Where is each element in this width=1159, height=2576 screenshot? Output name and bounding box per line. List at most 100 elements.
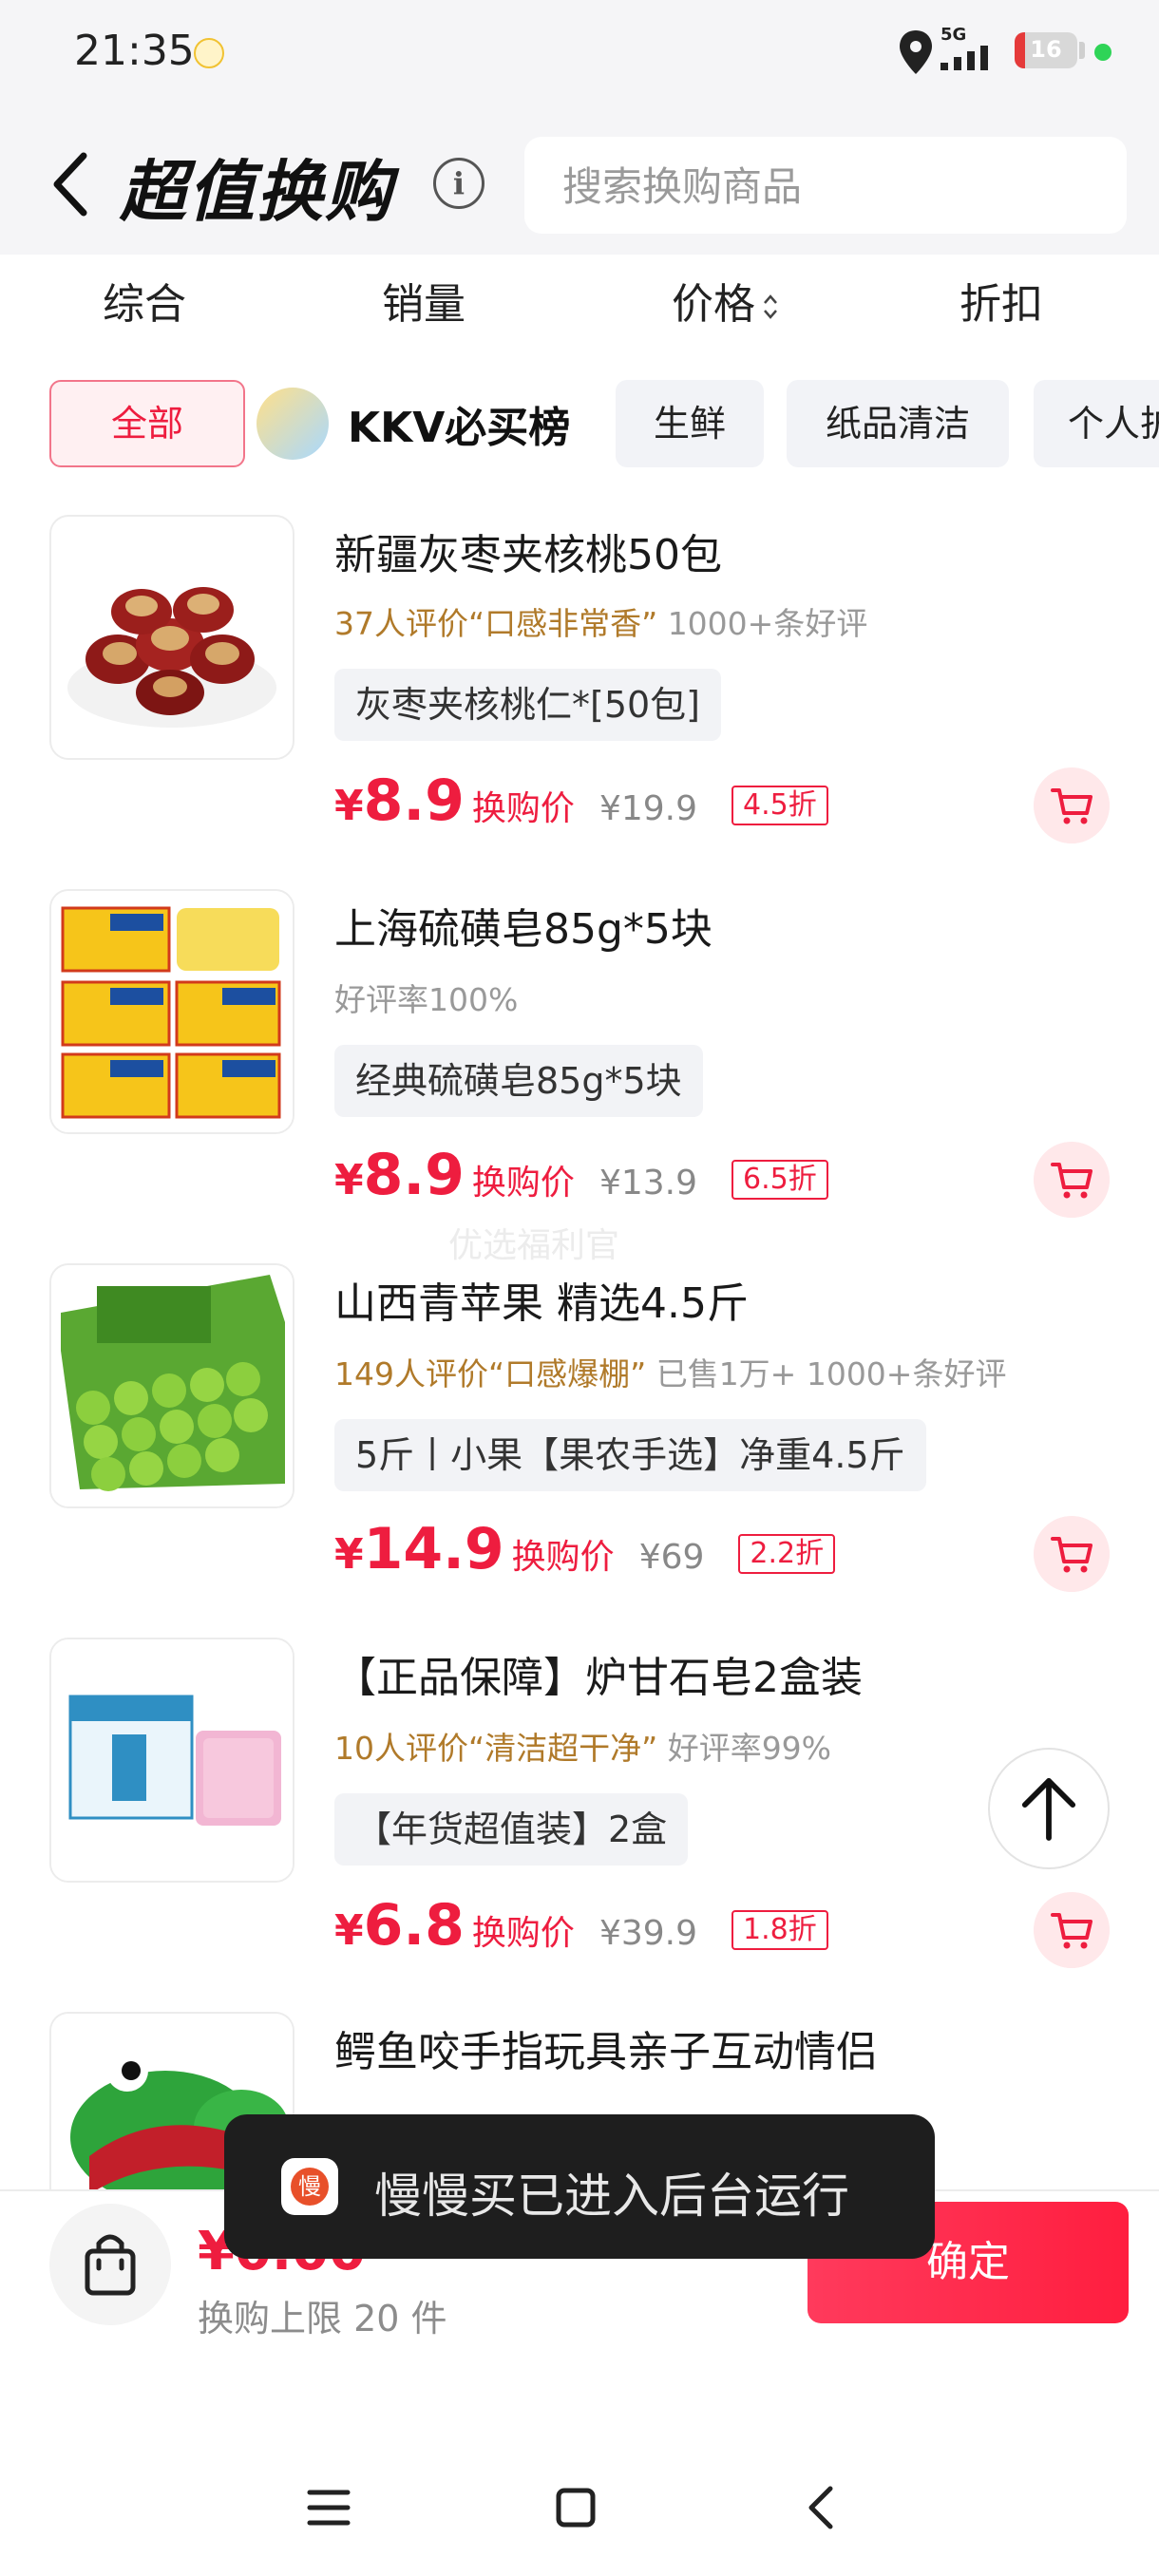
shopping-bag-icon[interactable] [49, 2204, 171, 2325]
sort-tab-label: 折扣 [960, 280, 1043, 329]
product-image-dates-walnut[interactable] [49, 515, 294, 760]
product-name[interactable]: 【正品保障】炉甘石皂2盒装 [334, 1643, 863, 1704]
product-spec-tag[interactable]: 灰枣夹核桃仁*[50包] [334, 669, 722, 741]
toast-message: 慢慢买已进入后台运行 [374, 2169, 849, 2224]
chip-label: 全部 [110, 403, 183, 445]
location-icon [900, 30, 932, 74]
exchange-limit-text: 换购上限 20 件 [198, 2298, 447, 2339]
cart-icon[interactable] [1034, 1142, 1110, 1218]
green-apple-image [51, 1265, 293, 1506]
product-name[interactable]: 鳄鱼咬手指玩具亲子互动情侣 [334, 2017, 878, 2078]
chip-label: 纸品清洁 [825, 403, 970, 445]
sort-tab-discount[interactable]: 折扣 [916, 270, 1087, 336]
price-currency: ¥ [334, 1530, 364, 1579]
cart-icon[interactable] [1034, 767, 1110, 843]
review-highlight: 10人评价“清洁超干净” [334, 1730, 658, 1767]
product-spec-tag[interactable]: 5斤丨小果【果农手选】净重4.5斤 [334, 1419, 926, 1491]
nav-back-icon[interactable] [794, 2479, 851, 2536]
cart-icon[interactable] [1034, 1892, 1110, 1968]
product-review: 37人评价“口感非常香” 1000+条好评 [334, 598, 867, 644]
chip-label: 个人护 [1068, 403, 1159, 445]
discount-badge: 1.8折 [732, 1910, 828, 1950]
original-price: ¥69 [638, 1538, 705, 1577]
review-highlight: 149人评价“口感爆棚” [334, 1355, 647, 1392]
review-extra: 1000+条好评 [667, 605, 868, 642]
product-review: 好评率100% [334, 975, 518, 1020]
kkv-logo [256, 388, 329, 460]
toast: 慢 慢慢买已进入后台运行 [224, 2114, 935, 2259]
product-spec-tag[interactable]: 经典硫磺皂85g*5块 [334, 1045, 703, 1117]
product-image-sulfur-soap[interactable] [49, 889, 294, 1134]
category-chip-paper-cleaning[interactable]: 纸品清洁 [787, 380, 1009, 467]
chip-label: 生鲜 [653, 403, 726, 445]
original-price: ¥19.9 [598, 789, 697, 828]
sort-tab-label: 综合 [103, 280, 186, 329]
price-row: ¥8.9 换购价 ¥13.9 6.5折 [334, 1142, 828, 1218]
sort-tab-label: 价格 [672, 280, 755, 329]
watermark: 优选福利官 [448, 1226, 620, 1265]
network-type-label: 5G [940, 25, 967, 45]
app-icon-badge: 慢 [291, 2168, 329, 2206]
sort-arrows-icon [764, 294, 777, 319]
product-review: 10人评价“清洁超干净” 好评率99% [334, 1723, 831, 1769]
sort-tab-sales[interactable]: 销量 [338, 270, 509, 336]
dates-walnut-image [67, 587, 276, 728]
original-price: ¥39.9 [598, 1914, 697, 1953]
price-label: 换购价 [511, 1538, 615, 1577]
price-row: ¥8.9 换购价 ¥19.9 4.5折 [334, 767, 828, 843]
info-icon[interactable]: i [433, 158, 484, 209]
product-image-green-apple[interactable] [49, 1263, 294, 1508]
discount-badge: 4.5折 [732, 786, 828, 825]
product-image-calamine-soap[interactable] [49, 1638, 294, 1883]
category-chip-all[interactable]: 全部 [49, 380, 245, 467]
price-row: ¥6.8 换购价 ¥39.9 1.8折 [334, 1892, 828, 1968]
product-name[interactable]: 山西青苹果 精选4.5斤 [334, 1269, 749, 1330]
price-value: 8.9 [363, 767, 465, 834]
price-row: ¥14.9 换购价 ¥69 2.2折 [334, 1516, 836, 1592]
category-chip-personal-care[interactable]: 个人护 [1034, 380, 1159, 467]
calamine-soap-image [51, 1639, 293, 1881]
status-time: 21:35 [74, 27, 195, 75]
notification-app-icon [194, 38, 224, 68]
sulfur-soap-image [51, 891, 293, 1132]
battery-icon: 16 [1015, 32, 1077, 68]
app-icon: 慢 [281, 2158, 338, 2215]
privacy-indicator-dot [1094, 44, 1112, 61]
signal-icon [940, 46, 988, 70]
search-box[interactable] [524, 137, 1127, 236]
battery-level-text: 16 [1030, 36, 1062, 63]
back-to-top-button[interactable] [988, 1748, 1110, 1869]
original-price: ¥13.9 [598, 1164, 697, 1203]
price-value: 8.9 [363, 1142, 465, 1208]
product-spec-tag[interactable]: 【年货超值装】2盒 [334, 1793, 689, 1866]
sort-tab-price[interactable]: 价格 [631, 270, 821, 336]
review-extra: 好评率99% [667, 1730, 832, 1767]
review-extra: 好评率100% [334, 981, 519, 1018]
review-highlight: 37人评价“口感非常香” [334, 605, 658, 642]
page-title: 超值换购 [120, 153, 393, 231]
menu-icon[interactable] [300, 2479, 357, 2536]
price-value: 14.9 [363, 1516, 504, 1582]
price-label: 换购价 [471, 1164, 575, 1203]
search-input[interactable] [560, 137, 1096, 236]
category-chip-fresh[interactable]: 生鲜 [616, 380, 764, 467]
price-label: 换购价 [471, 1914, 575, 1953]
product-review: 149人评价“口感爆棚” 已售1万+ 1000+条好评 [334, 1349, 1006, 1394]
category-chip-kkv[interactable]: KKV必买榜 [348, 393, 570, 454]
product-name[interactable]: 上海硫磺皂85g*5块 [334, 895, 712, 956]
price-currency: ¥ [334, 1906, 364, 1955]
product-name[interactable]: 新疆灰枣夹核桃50包 [334, 521, 722, 581]
sort-tab-comprehensive[interactable]: 综合 [59, 270, 230, 336]
price-currency: ¥ [334, 1156, 364, 1204]
discount-badge: 6.5折 [732, 1160, 828, 1200]
cart-icon[interactable] [1034, 1516, 1110, 1592]
price-value: 6.8 [363, 1892, 465, 1959]
battery-tip [1079, 42, 1085, 59]
home-icon[interactable] [547, 2479, 604, 2536]
review-extra: 已售1万+ 1000+条好评 [656, 1355, 1007, 1392]
sort-tab-label: 销量 [382, 280, 466, 329]
discount-badge: 2.2折 [738, 1534, 836, 1574]
price-currency: ¥ [334, 782, 364, 830]
back-button[interactable] [46, 148, 103, 220]
price-label: 换购价 [471, 789, 575, 828]
